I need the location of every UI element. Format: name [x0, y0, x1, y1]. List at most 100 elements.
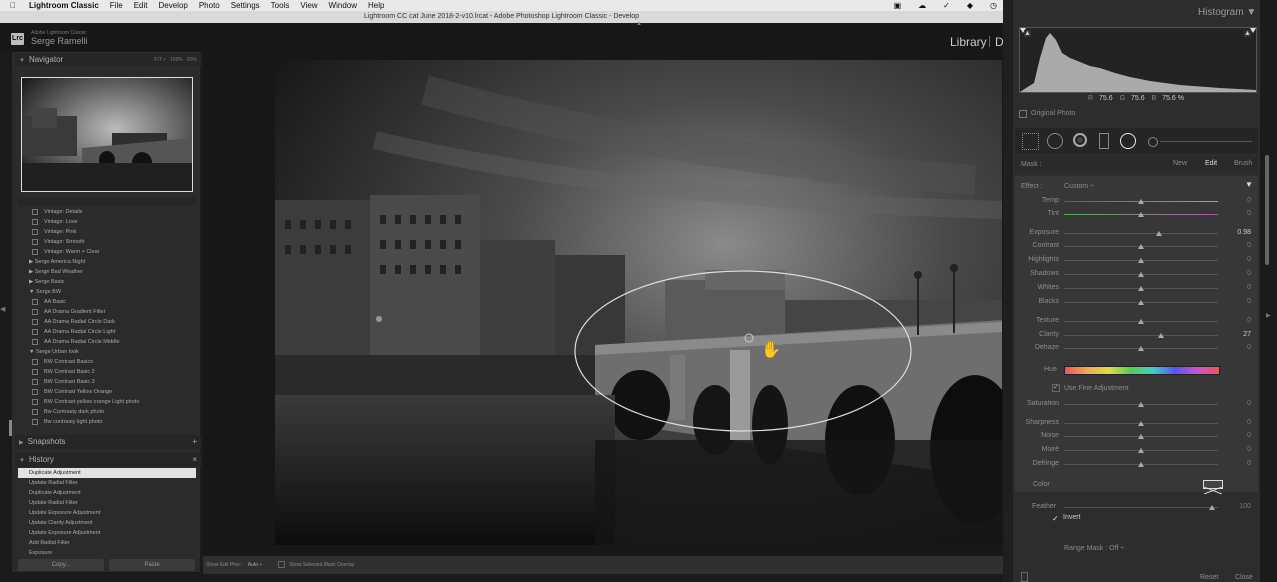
slider-value[interactable]: 0 [1221, 344, 1251, 351]
history-item[interactable]: Update Radial Filter [18, 478, 196, 488]
slider-knob[interactable] [1138, 212, 1144, 217]
preset-folder[interactable]: ▶ Serge Basic [18, 277, 196, 287]
graduated-filter-icon[interactable] [1099, 133, 1109, 149]
slider-value[interactable]: 0 [1221, 210, 1251, 217]
slider-value[interactable]: 0 [1221, 446, 1251, 453]
toggle-icon[interactable] [1021, 572, 1028, 582]
slider-knob[interactable] [1138, 258, 1144, 263]
slider-knob[interactable] [1138, 319, 1144, 324]
slider-knob[interactable] [1138, 346, 1144, 351]
preset-item[interactable]: BW Contrast Basic 3 [18, 377, 196, 387]
copy-button[interactable]: Copy... [18, 559, 104, 571]
effect-preset-select[interactable]: Custom ÷ [1064, 183, 1094, 190]
menu-window[interactable]: Window [329, 0, 357, 11]
slider-knob[interactable] [1138, 272, 1144, 277]
history-item[interactable]: Update Radial Filter [18, 498, 196, 508]
preset-item[interactable]: AA Basic [18, 297, 196, 307]
feather-knob[interactable] [1208, 505, 1215, 510]
slider-value[interactable]: 0 [1221, 197, 1251, 204]
mask-edit[interactable]: Edit [1205, 160, 1217, 167]
color-swatch[interactable] [1203, 480, 1223, 495]
history-item[interactable]: Update Exposure Adjustment [18, 528, 196, 538]
tool-slider[interactable] [1160, 141, 1252, 142]
adjustment-slider[interactable] [1064, 258, 1218, 263]
adjustment-slider[interactable] [1064, 333, 1218, 338]
spot-removal-icon[interactable] [1047, 133, 1063, 149]
add-snapshot-icon[interactable]: + [192, 435, 197, 449]
adjustment-slider[interactable] [1064, 244, 1218, 249]
dropbox-icon[interactable]: ◆ [967, 0, 973, 11]
slider-value[interactable]: 0 [1221, 256, 1251, 263]
slider-value[interactable]: 27 [1221, 331, 1251, 338]
preset-folder[interactable]: ▼ Serge BW [18, 287, 196, 297]
adjustment-slider[interactable] [1064, 231, 1218, 236]
preset-item[interactable]: Vintage: Pink [18, 227, 196, 237]
preset-item[interactable]: BW Contrast Basic 2 [18, 367, 196, 377]
preset-item[interactable]: AA Drama Gradient Filter [18, 307, 196, 317]
slider-knob[interactable] [1138, 300, 1144, 305]
highlight-clipping-icon[interactable]: ▲ [1244, 30, 1251, 37]
preset-item[interactable]: Bw contrasty light photo [18, 417, 196, 427]
reset-button[interactable]: Reset [1200, 574, 1218, 581]
slider-knob[interactable] [1138, 462, 1144, 467]
navigator-preview[interactable] [21, 77, 193, 192]
snapshots-header[interactable]: ▶ Snapshots + [15, 435, 201, 449]
time-machine-icon[interactable]: ◷ [990, 0, 997, 11]
adjustment-slider[interactable] [1064, 462, 1218, 467]
right-scrollbar[interactable] [1265, 155, 1269, 265]
navigator-header[interactable]: ▼ Navigator FIT ÷ 100% 50% [15, 53, 201, 67]
history-item[interactable]: Exposure [18, 548, 196, 555]
slider-value[interactable]: 0 [1221, 242, 1251, 249]
zoom-100[interactable]: 100% [170, 57, 183, 63]
menu-view[interactable]: View [300, 0, 317, 11]
menu-app[interactable]: Lightroom Classic [29, 0, 99, 11]
adjustment-slider[interactable] [1064, 346, 1218, 351]
mask-new[interactable]: New [1173, 160, 1187, 167]
adjustment-slider[interactable] [1064, 272, 1218, 277]
adjustment-slider[interactable] [1064, 402, 1218, 407]
slider-value[interactable]: 0 [1221, 284, 1251, 291]
preset-item[interactable]: Bw Contrasty dark photo [18, 407, 196, 417]
slider-value[interactable]: 0 [1221, 400, 1251, 407]
check-icon[interactable]: ✓ [943, 0, 950, 11]
effect-collapse-icon[interactable]: ▼ [1245, 180, 1253, 189]
preset-item[interactable]: BW Contrast Yellow Orange [18, 387, 196, 397]
menu-develop[interactable]: Develop [158, 0, 187, 11]
zoom-50[interactable]: 50% [187, 57, 197, 63]
slider-value[interactable]: 0 [1221, 298, 1251, 305]
creative-cloud-icon[interactable]: ☁ [918, 0, 926, 11]
slider-value[interactable]: 0 [1221, 460, 1251, 467]
radial-filter-icon[interactable] [1120, 133, 1136, 149]
preset-item[interactable]: Vintage: Details [18, 207, 196, 217]
history-item[interactable]: Duplicate Adjustment [18, 488, 196, 498]
slider-knob[interactable] [1138, 402, 1144, 407]
menu-settings[interactable]: Settings [231, 0, 260, 11]
adjustment-slider[interactable] [1064, 319, 1218, 324]
slider-value[interactable]: 0 [1221, 270, 1251, 277]
paste-button[interactable]: Paste [109, 559, 195, 571]
fine-adjust-checkbox[interactable]: ✓ [1052, 384, 1060, 392]
adjustment-slider[interactable] [1064, 300, 1218, 305]
crop-tool-icon[interactable] [1022, 133, 1039, 150]
original-photo-checkbox[interactable] [1019, 110, 1027, 118]
slider-knob[interactable] [1138, 421, 1144, 426]
history-item[interactable]: Update Clarity Adjustment [18, 518, 196, 528]
slider-value[interactable]: 0 [1221, 317, 1251, 324]
history-item[interactable]: Update Exposure Adjustment [18, 508, 196, 518]
adjustment-slider[interactable] [1064, 421, 1218, 426]
overlay-checkbox[interactable] [277, 561, 285, 569]
slider-knob[interactable] [1156, 231, 1163, 236]
menu-photo[interactable]: Photo [199, 0, 220, 11]
slider-value[interactable]: 0.98 [1221, 229, 1251, 236]
slider-knob[interactable] [1138, 244, 1144, 249]
feather-value[interactable]: 100 [1221, 503, 1251, 510]
slider-value[interactable]: 0 [1221, 432, 1251, 439]
apple-icon[interactable]:  [10, 0, 16, 11]
slider-value[interactable]: 0 [1221, 419, 1251, 426]
adjustment-slider[interactable] [1064, 434, 1218, 439]
zoom-fit[interactable]: FIT ÷ [154, 57, 166, 63]
camera-icon[interactable]: ▣ [894, 0, 902, 11]
history-item[interactable]: Duplicate Adjustment [18, 468, 196, 478]
red-eye-icon[interactable] [1073, 133, 1087, 147]
adjustment-slider[interactable] [1064, 286, 1218, 291]
